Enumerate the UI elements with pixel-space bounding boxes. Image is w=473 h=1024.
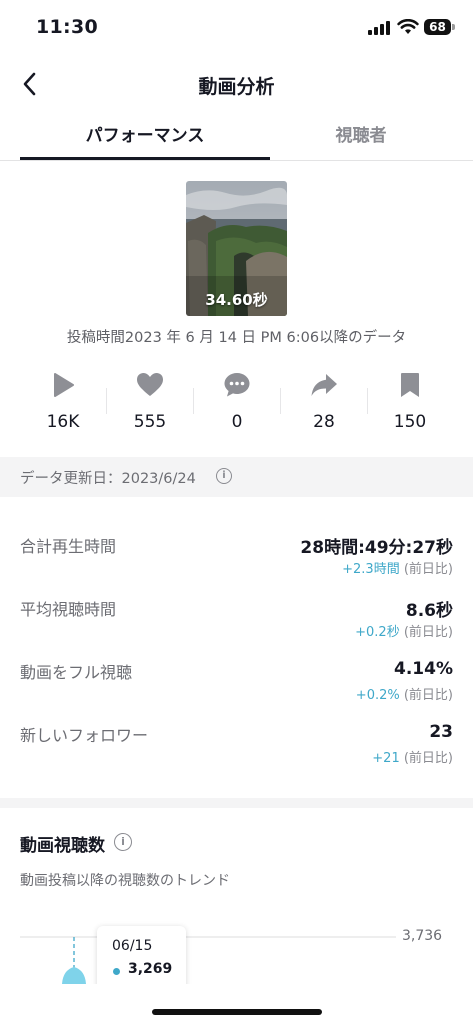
metric-value: 28時間:49分:27秒 xyxy=(300,538,453,558)
metric-label: 平均視聴時間 xyxy=(20,600,117,619)
engagement-stats: 16K 555 0 28 150 xyxy=(20,366,453,440)
heart-icon xyxy=(137,373,163,396)
stat-comments: 0 xyxy=(194,366,280,440)
metric-delta-note: (前日比) xyxy=(399,625,453,640)
metric-label: 新しいフォロワー xyxy=(20,726,149,745)
play-icon xyxy=(54,373,74,397)
metric-change: +2.3時間 (前日比) xyxy=(342,558,453,577)
metric-change: +0.2% (前日比) xyxy=(356,684,453,703)
metric-delta: +21 xyxy=(372,751,400,766)
status-time: 11:30 xyxy=(36,16,98,38)
metric-delta-note: (前日比) xyxy=(399,751,453,766)
data-update-bar: データ更新日：2023/6/24 i xyxy=(0,457,473,497)
battery-level: 68 xyxy=(424,19,451,35)
active-tab-indicator xyxy=(20,157,270,160)
stat-shares: 28 xyxy=(281,366,367,440)
metric-delta-note: (前日比) xyxy=(399,688,453,703)
metric-change: +21 (前日比) xyxy=(372,747,453,766)
stat-value: 0 xyxy=(231,412,243,432)
metric-label: 動画をフル視聴 xyxy=(20,663,133,682)
info-icon[interactable]: i xyxy=(114,833,132,851)
post-time-info: 投稿時間2023 年 6 月 14 日 PM 6:06以降のデータ xyxy=(66,330,407,346)
video-thumbnail[interactable]: 34.60秒 xyxy=(186,181,287,316)
metric-value: 8.6秒 xyxy=(405,601,453,621)
metric-full-watch: 動画をフル視聴 4.14% +0.2% (前日比) xyxy=(20,659,453,707)
tab-bar: パフォーマンス 視聴者 xyxy=(0,112,473,161)
metric-new-followers: 新しいフォロワー 23 +21 (前日比) xyxy=(20,722,453,770)
battery-tip xyxy=(452,24,455,30)
views-section-title: 動画視聴数 xyxy=(20,836,105,856)
stat-value: 28 xyxy=(313,412,335,432)
tooltip-value: 3,269 xyxy=(128,961,173,977)
metric-total-play-time: 合計再生時間 28時間:49分:27秒 +2.3時間 (前日比) xyxy=(20,533,453,581)
home-indicator[interactable] xyxy=(152,1009,322,1015)
tooltip-series-dot xyxy=(113,968,120,975)
views-section-subtitle: 動画投稿以降の視聴数のトレンド xyxy=(20,873,230,889)
metric-delta-note: (前日比) xyxy=(399,562,453,577)
stat-saves: 150 xyxy=(367,366,453,440)
signal-icon xyxy=(368,21,390,35)
section-divider xyxy=(0,798,473,808)
stat-likes: 555 xyxy=(107,366,193,440)
bookmark-icon xyxy=(401,373,419,397)
tab-audience[interactable]: 視聴者 xyxy=(236,112,473,160)
stat-value: 555 xyxy=(133,412,167,432)
metric-delta: +2.3時間 xyxy=(342,562,400,577)
battery-icon: 68 xyxy=(424,19,455,35)
header: 動画分析 xyxy=(0,56,473,112)
comment-icon xyxy=(224,373,250,397)
page-title: 動画分析 xyxy=(198,76,275,98)
update-date: データ更新日：2023/6/24 xyxy=(20,471,196,487)
stat-views: 16K xyxy=(20,366,106,440)
metric-average-watch-time: 平均視聴時間 8.6秒 +0.2秒 (前日比) xyxy=(20,596,453,644)
tooltip-date: 06/15 xyxy=(112,938,153,954)
views-chart[interactable]: 3,736 06/15 3,269 xyxy=(0,900,473,984)
metric-value: 4.14% xyxy=(394,659,453,679)
metric-value: 23 xyxy=(429,722,453,742)
chart-y-max-label: 3,736 xyxy=(402,928,443,944)
tab-performance[interactable]: パフォーマンス xyxy=(20,112,270,160)
chart-tooltip: 06/15 3,269 xyxy=(97,926,186,984)
stat-value: 16K xyxy=(46,412,80,432)
metric-change: +0.2秒 (前日比) xyxy=(355,621,453,640)
metric-label: 合計再生時間 xyxy=(20,537,117,556)
video-duration: 34.60秒 xyxy=(205,291,268,309)
status-bar: 11:30 68 xyxy=(0,0,473,56)
chart-data-point xyxy=(62,967,86,984)
stat-value: 150 xyxy=(393,412,427,432)
metric-delta: +0.2% xyxy=(355,688,400,703)
share-icon xyxy=(311,374,337,396)
info-icon[interactable]: i xyxy=(216,468,232,484)
metric-delta: +0.2秒 xyxy=(355,625,400,640)
wifi-icon xyxy=(397,19,419,34)
